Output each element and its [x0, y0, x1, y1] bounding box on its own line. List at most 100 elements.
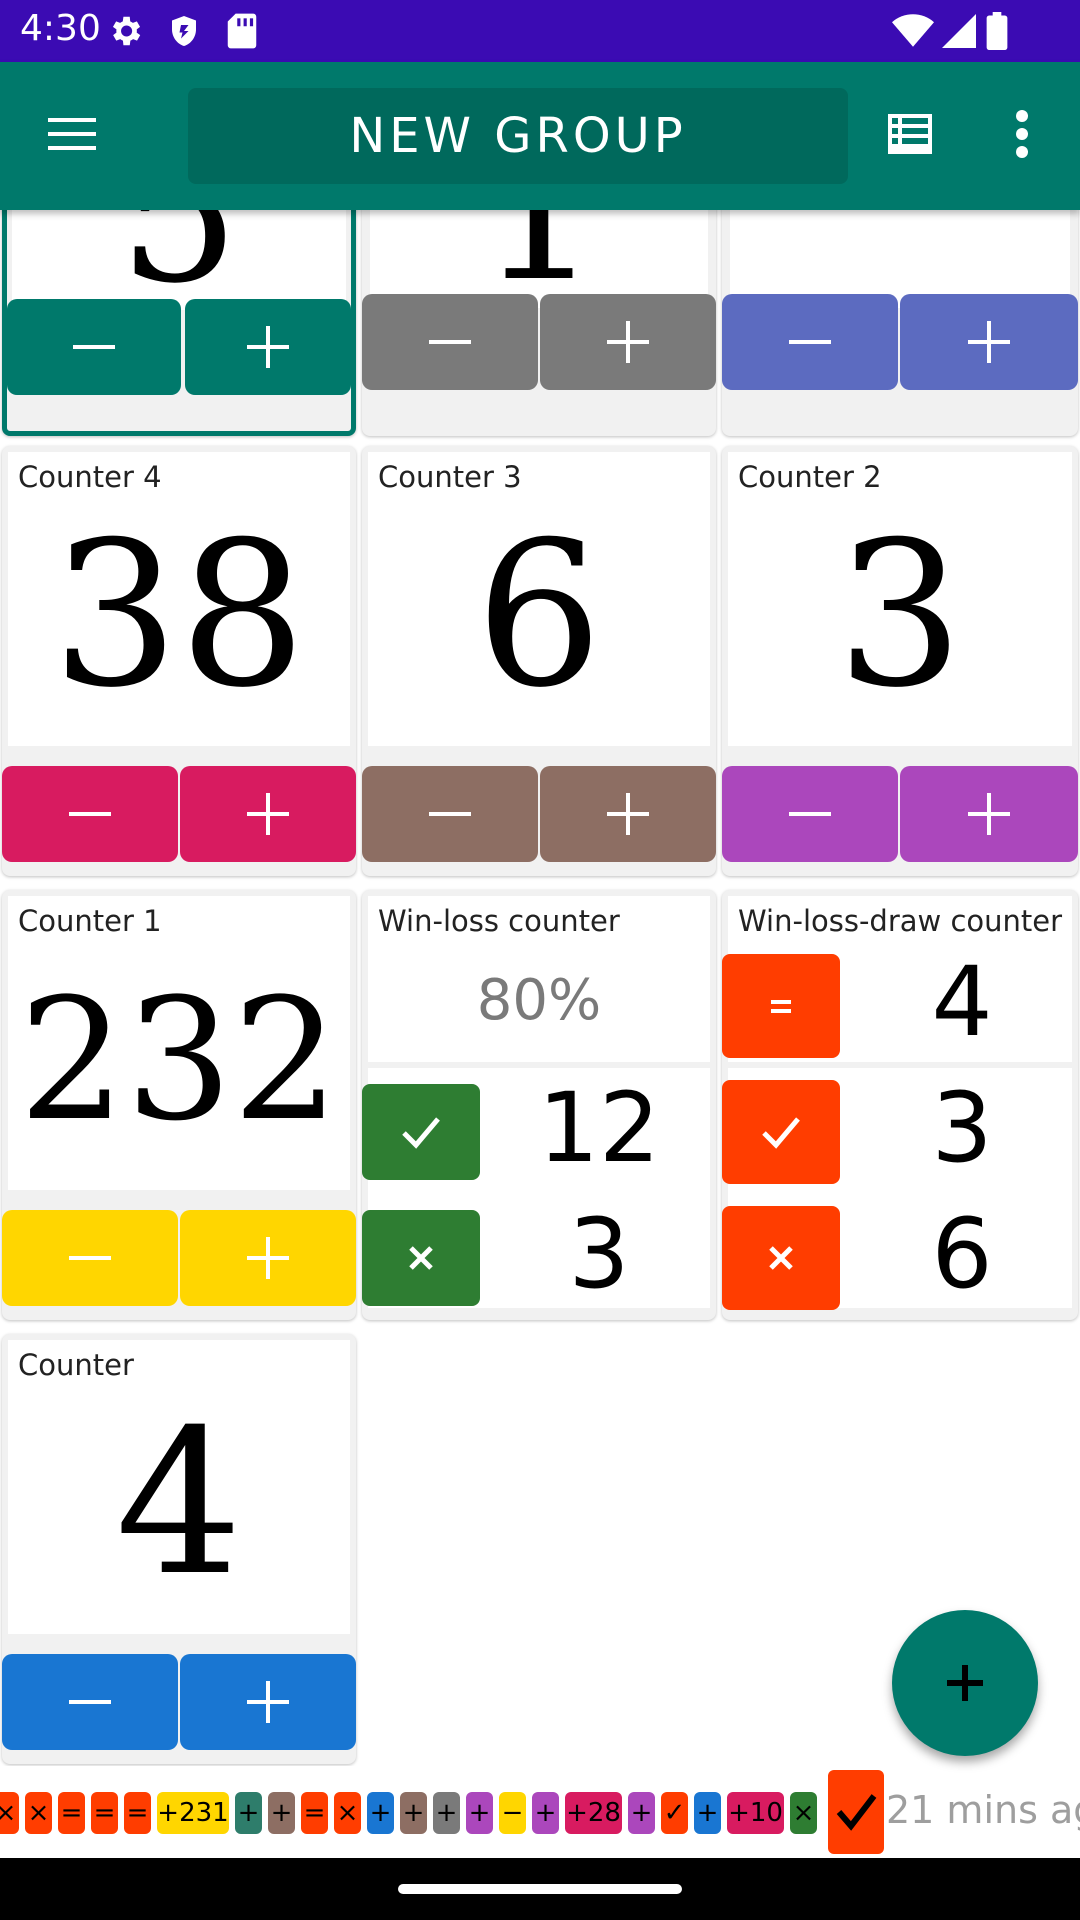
counter-value: 6 [475, 499, 603, 732]
minus-icon [69, 812, 111, 816]
decrement-button[interactable] [362, 766, 538, 862]
group-title: NEW GROUP [349, 108, 687, 164]
increment-button[interactable] [540, 766, 716, 862]
counter-card-counter[interactable]: Counter 4 [2, 1334, 356, 1764]
history-item[interactable]: + [268, 1792, 295, 1834]
add-counter-button[interactable] [892, 1610, 1038, 1756]
menu-button[interactable] [40, 102, 104, 166]
more-options-button[interactable] [1000, 102, 1044, 166]
history-item[interactable]: + [367, 1792, 394, 1834]
history-item[interactable]: +10 [727, 1792, 784, 1834]
history-item[interactable]: × [334, 1792, 361, 1834]
increment-button[interactable] [180, 766, 356, 862]
history-item[interactable]: = [91, 1792, 118, 1834]
counter-value: 4 [115, 1387, 243, 1620]
history-item[interactable]: × [790, 1792, 817, 1834]
win-button[interactable] [722, 1080, 840, 1184]
home-gesture-handle[interactable] [398, 1884, 682, 1894]
checkmark-icon [762, 1117, 800, 1149]
history-item[interactable]: +231 [157, 1792, 229, 1834]
close-icon [409, 1246, 433, 1270]
counter-label: Counter 1 [18, 904, 162, 938]
draw-count: 4 [931, 946, 993, 1058]
decrement-button[interactable] [2, 766, 178, 862]
history-item[interactable]: − [499, 1792, 526, 1834]
counter-card-top-3[interactable] [722, 210, 1078, 436]
increment-button[interactable] [185, 299, 351, 395]
sd-card-icon [227, 13, 257, 49]
counter-card-counter-4[interactable]: Counter 4 38 [2, 446, 356, 876]
counter-card-counter-3[interactable]: Counter 3 6 [362, 446, 716, 876]
history-bar[interactable]: ××===+231++=×++++−++28+✓++10× 21 mins ag… [0, 1766, 1080, 1858]
win-loss-draw-counter-card[interactable]: Win-loss-draw counter 4 3 6 [722, 890, 1078, 1320]
signal-icon [942, 14, 976, 48]
increment-button[interactable] [540, 294, 716, 390]
counter-label: Win-loss counter [378, 904, 620, 938]
counter-label: Counter [18, 1348, 134, 1382]
history-item[interactable]: ✓ [661, 1792, 688, 1834]
counter-card-top-1[interactable]: 5 [2, 210, 356, 436]
counter-value: 38 [51, 499, 307, 732]
plus-icon [607, 793, 649, 835]
history-item[interactable]: × [25, 1792, 52, 1834]
history-item[interactable]: × [0, 1792, 19, 1834]
win-button[interactable] [362, 1084, 480, 1180]
app-bar: NEW GROUP [0, 62, 1080, 210]
checkmark-icon [402, 1117, 440, 1149]
history-item[interactable]: + [466, 1792, 493, 1834]
counter-grid: 5 1 Counter 4 38 Counter 3 6 Counter 2 3… [0, 210, 1080, 1766]
history-item[interactable]: = [58, 1792, 85, 1834]
history-item[interactable]: + [694, 1792, 721, 1834]
counter-value-panel: Counter 4 [8, 1340, 350, 1634]
increment-button[interactable] [180, 1654, 356, 1750]
history-item[interactable]: = [124, 1792, 151, 1834]
plus-icon [247, 1237, 289, 1279]
plus-icon [247, 793, 289, 835]
history-item[interactable]: + [400, 1792, 427, 1834]
counter-card-top-2[interactable]: 1 [362, 210, 716, 436]
counter-label: Win-loss-draw counter [738, 904, 1063, 938]
win-count: 3 [931, 1072, 993, 1184]
increment-button[interactable] [900, 766, 1078, 862]
counter-card-counter-2[interactable]: Counter 2 3 [722, 446, 1078, 876]
plus-icon [968, 793, 1010, 835]
win-count: 12 [537, 1072, 661, 1184]
history-item[interactable]: + [628, 1792, 655, 1834]
decrement-button[interactable] [362, 294, 538, 390]
counter-value-panel: Counter 3 6 [368, 452, 710, 746]
shield-icon [172, 16, 196, 46]
win-percentage: 80% [476, 968, 602, 1033]
decrement-button[interactable] [7, 299, 181, 395]
history-item[interactable]: +28 [565, 1792, 622, 1834]
decrement-button[interactable] [722, 766, 898, 862]
history-item[interactable]: + [532, 1792, 559, 1834]
increment-button[interactable] [900, 294, 1078, 390]
history-item[interactable]: + [433, 1792, 460, 1834]
loss-button[interactable] [362, 1210, 480, 1306]
group-title-button[interactable]: NEW GROUP [188, 88, 848, 184]
counter-label: Counter 3 [378, 460, 522, 494]
counter-value-panel: Counter 2 3 [728, 452, 1072, 746]
history-latest-entry[interactable] [828, 1770, 884, 1854]
decrement-button[interactable] [2, 1654, 178, 1750]
decrement-button[interactable] [722, 294, 898, 390]
list-view-button[interactable] [880, 108, 940, 162]
battery-icon [986, 12, 1008, 50]
decrement-button[interactable] [2, 1210, 178, 1306]
draw-button[interactable] [722, 954, 840, 1058]
counter-value-panel: Counter 1 232 [8, 896, 350, 1190]
counter-value-panel: Counter 4 38 [8, 452, 350, 746]
increment-button[interactable] [180, 1210, 356, 1306]
loss-button[interactable] [722, 1206, 840, 1310]
win-loss-counter-card[interactable]: Win-loss counter 80% 12 3 [362, 890, 716, 1320]
history-item[interactable]: + [235, 1792, 262, 1834]
status-bar: 4:30 [0, 0, 1080, 62]
plus-icon [968, 321, 1010, 363]
minus-icon [73, 345, 115, 349]
minus-icon [429, 340, 471, 344]
counter-card-counter-1[interactable]: Counter 1 232 [2, 890, 356, 1320]
minus-icon [789, 812, 831, 816]
history-item[interactable]: = [301, 1792, 328, 1834]
win-loss-header-panel: Win-loss counter 80% [368, 896, 710, 1062]
more-vert-icon [1016, 110, 1028, 158]
